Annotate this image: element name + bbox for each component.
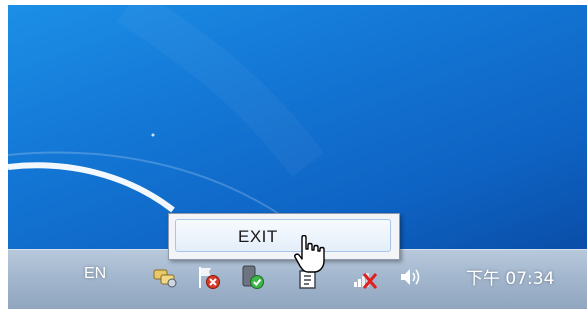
network-disconnected-icon[interactable] [352,264,378,290]
language-indicator[interactable]: EN [84,265,106,283]
system-clock[interactable]: 下午 07:34 [466,264,554,289]
wallpaper-light-streak [8,162,175,213]
security-check-icon[interactable] [240,264,266,290]
volume-icon[interactable] [398,264,424,290]
exit-menu-label: EXIT [238,227,278,246]
screen: EN 下午 07:34 EXIT [0,0,587,309]
flag-error-icon[interactable] [196,264,222,290]
network-connection-icon[interactable] [152,264,178,290]
wallpaper-sparkle [151,133,155,137]
exit-menu-item[interactable]: EXIT [175,219,391,252]
tray-context-menu: EXIT [168,213,400,260]
wallpaper-glow [116,5,324,178]
mouse-pointer-icon [294,234,326,275]
